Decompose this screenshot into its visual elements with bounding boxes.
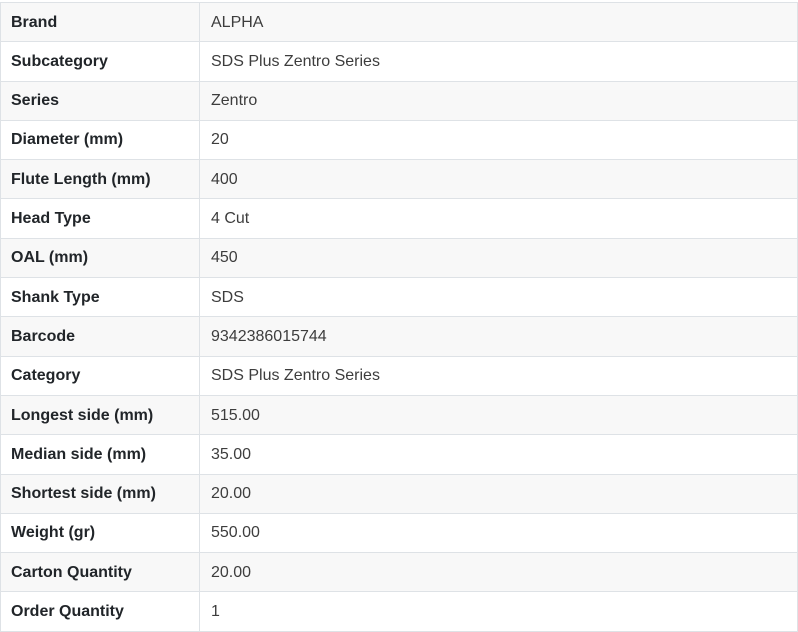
table-row: Flute Length (mm) 400 — [1, 160, 797, 199]
table-row: Subcategory SDS Plus Zentro Series — [1, 42, 797, 81]
table-row: Series Zentro — [1, 82, 797, 121]
spec-label-cell: Median side (mm) — [1, 435, 200, 473]
spec-label-cell: Subcategory — [1, 42, 200, 80]
spec-label-cell: Carton Quantity — [1, 553, 200, 591]
table-row: Order Quantity 1 — [1, 592, 797, 631]
table-row: Shank Type SDS — [1, 278, 797, 317]
spec-label-cell: Weight (gr) — [1, 514, 200, 552]
spec-label-cell: Barcode — [1, 317, 200, 355]
spec-value-cell: 1 — [200, 592, 797, 630]
product-spec-table: Brand ALPHA Subcategory SDS Plus Zentro … — [0, 2, 798, 632]
spec-label-cell: Brand — [1, 3, 200, 41]
table-row: Head Type 4 Cut — [1, 199, 797, 238]
spec-value-cell: SDS Plus Zentro Series — [200, 357, 797, 395]
spec-label-cell: Order Quantity — [1, 592, 200, 630]
table-row: OAL (mm) 450 — [1, 239, 797, 278]
table-row: Carton Quantity 20.00 — [1, 553, 797, 592]
spec-label-cell: Category — [1, 357, 200, 395]
spec-value-cell: 20 — [200, 121, 797, 159]
spec-label-cell: Shortest side (mm) — [1, 475, 200, 513]
spec-value-cell: 4 Cut — [200, 199, 797, 237]
spec-label-cell: Series — [1, 82, 200, 120]
spec-label-cell: Diameter (mm) — [1, 121, 200, 159]
spec-value-cell: 20.00 — [200, 475, 797, 513]
table-row: Weight (gr) 550.00 — [1, 514, 797, 553]
spec-value-cell: 400 — [200, 160, 797, 198]
spec-label-cell: Head Type — [1, 199, 200, 237]
spec-value-cell: 515.00 — [200, 396, 797, 434]
table-row: Brand ALPHA — [1, 3, 797, 42]
spec-label-cell: Flute Length (mm) — [1, 160, 200, 198]
spec-label-cell: Shank Type — [1, 278, 200, 316]
spec-value-cell: 9342386015744 — [200, 317, 797, 355]
table-row: Barcode 9342386015744 — [1, 317, 797, 356]
table-row: Category SDS Plus Zentro Series — [1, 357, 797, 396]
spec-value-cell: ALPHA — [200, 3, 797, 41]
table-row: Median side (mm) 35.00 — [1, 435, 797, 474]
spec-label-cell: OAL (mm) — [1, 239, 200, 277]
spec-value-cell: SDS Plus Zentro Series — [200, 42, 797, 80]
spec-value-cell: SDS — [200, 278, 797, 316]
table-row: Diameter (mm) 20 — [1, 121, 797, 160]
spec-value-cell: 550.00 — [200, 514, 797, 552]
spec-value-cell: 450 — [200, 239, 797, 277]
spec-value-cell: Zentro — [200, 82, 797, 120]
spec-value-cell: 35.00 — [200, 435, 797, 473]
table-row: Shortest side (mm) 20.00 — [1, 475, 797, 514]
spec-label-cell: Longest side (mm) — [1, 396, 200, 434]
spec-value-cell: 20.00 — [200, 553, 797, 591]
table-row: Longest side (mm) 515.00 — [1, 396, 797, 435]
